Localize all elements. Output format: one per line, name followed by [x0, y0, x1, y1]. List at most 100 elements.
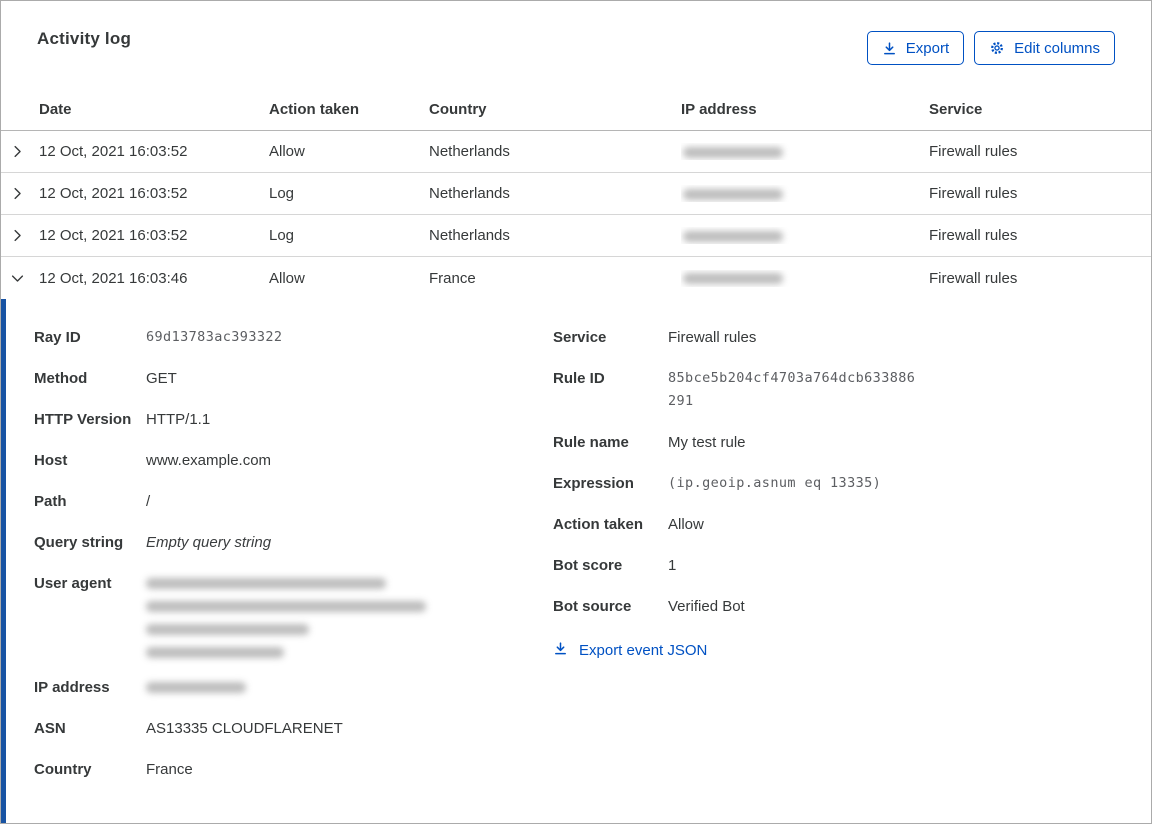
row-country: Netherlands	[429, 143, 510, 160]
detail-entry: Expression (ip.geoip.asnum eq 13335)	[553, 472, 1115, 495]
toolbar: Export Edit columns	[866, 31, 1115, 65]
detail-label: IP address	[34, 679, 110, 696]
export-button[interactable]: Export	[866, 31, 965, 65]
row-service: Firewall rules	[929, 185, 1018, 202]
detail-label: Method	[34, 370, 88, 387]
detail-entry: Bot score 1	[553, 554, 1115, 577]
detail-label: HTTP Version	[34, 411, 132, 428]
detail-label: Path	[34, 493, 67, 510]
table-row[interactable]: 12 Oct, 2021 16:03:52 Log Netherlands Firew…	[1, 173, 1151, 215]
row-action-taken: Log	[269, 185, 295, 202]
detail-value: My test rule	[668, 434, 746, 451]
redacted-ip-value	[683, 230, 783, 242]
row-date: 12 Oct, 2021 16:03:52	[39, 185, 188, 202]
row-service: Firewall rules	[929, 227, 1018, 244]
detail-label: Expression	[553, 475, 634, 492]
export-button-label: Export	[905, 39, 950, 57]
detail-entry: Method GET	[34, 367, 553, 390]
row-country: France	[429, 269, 476, 287]
detail-entry: Path /	[34, 490, 553, 513]
row-service: Firewall rules	[929, 269, 1018, 287]
detail-value: Empty query string	[146, 534, 272, 551]
chevron-right-icon[interactable]	[1, 144, 39, 159]
table-row[interactable]: 12 Oct, 2021 16:03:46 Allow France Firewall…	[1, 257, 1151, 299]
gear-icon	[989, 40, 1005, 56]
detail-column-left: Ray ID 69d13783ac393322 Method GET HTTP Vers…	[34, 326, 553, 823]
topbar: Activity log Export Edit columns	[1, 1, 1151, 65]
detail-entry: Query string Empty query string	[34, 531, 553, 554]
detail-entry: IP address	[34, 676, 553, 699]
detail-entry: Host www.example.com	[34, 449, 553, 472]
detail-label: Query string	[34, 534, 124, 551]
row-action-taken: Allow	[269, 269, 305, 287]
row-country: Netherlands	[429, 185, 510, 202]
detail-value: GET	[146, 370, 177, 387]
table-row[interactable]: 12 Oct, 2021 16:03:52 Log Netherlands Firew…	[1, 215, 1151, 257]
detail-value: www.example.com	[146, 452, 272, 469]
row-ip-address	[681, 270, 929, 287]
chevron-right-icon[interactable]	[1, 186, 39, 201]
detail-label: User agent	[34, 575, 112, 592]
detail-entry: HTTP Version HTTP/1.1	[34, 408, 553, 431]
detail-label: Rule name	[553, 434, 629, 451]
edit-columns-button-label: Edit columns	[1014, 39, 1100, 57]
detail-value: (ip.geoip.asnum eq 13335)	[668, 475, 882, 491]
edit-columns-button[interactable]: Edit columns	[974, 31, 1115, 65]
column-header-ip-address: IP address	[681, 101, 757, 118]
download-icon	[882, 41, 897, 56]
detail-label: Ray ID	[34, 329, 81, 346]
activity-log-panel: Activity log Export Edit columns Date Ac…	[0, 0, 1152, 824]
chevron-down-icon[interactable]	[1, 271, 39, 286]
column-header-action-taken: Action taken	[269, 101, 360, 118]
detail-value: HTTP/1.1	[146, 411, 211, 428]
column-header-service: Service	[929, 101, 983, 118]
event-detail-panel: Ray ID 69d13783ac393322 Method GET HTTP Vers…	[1, 299, 1151, 823]
redacted-line	[146, 578, 386, 589]
row-action-taken: Log	[269, 227, 295, 244]
detail-label: ASN	[34, 720, 66, 737]
row-ip-address	[681, 227, 929, 244]
detail-label: Rule ID	[553, 370, 605, 387]
export-event-json-link[interactable]: Export event JSON	[553, 641, 707, 660]
detail-value: Allow	[668, 516, 704, 533]
table-header: Date Action taken Country IP address Ser…	[1, 89, 1151, 131]
detail-entry: ASN AS13335 CLOUDFLARENET	[34, 717, 553, 740]
detail-entry: Country France	[34, 758, 553, 781]
detail-value: 85bce5b204cf4703a764dcb633886291	[668, 370, 916, 409]
row-date: 12 Oct, 2021 16:03:52	[39, 143, 188, 160]
row-service: Firewall rules	[929, 143, 1018, 160]
row-date: 12 Oct, 2021 16:03:46	[39, 269, 188, 287]
detail-entry: Action taken Allow	[553, 513, 1115, 536]
page-title: Activity log	[37, 29, 132, 48]
export-event-json-label: Export event JSON	[579, 642, 708, 659]
detail-label: Host	[34, 452, 68, 469]
chevron-right-icon[interactable]	[1, 228, 39, 243]
row-action-taken: Allow	[269, 143, 305, 160]
redacted-ip-value	[683, 273, 783, 285]
detail-label: Bot source	[553, 598, 632, 615]
row-country: Netherlands	[429, 227, 510, 244]
detail-entry: Rule name My test rule	[553, 431, 1115, 454]
detail-entry: Rule ID 85bce5b204cf4703a764dcb633886291	[553, 367, 1115, 413]
detail-value: France	[146, 761, 193, 778]
table-row[interactable]: 12 Oct, 2021 16:03:52 Allow Netherlands Fir…	[1, 131, 1151, 173]
download-icon	[553, 641, 568, 660]
redacted-line	[146, 682, 246, 693]
detail-value: 1	[668, 557, 677, 574]
table-body: 12 Oct, 2021 16:03:52 Allow Netherlands Fir…	[1, 131, 1151, 299]
row-ip-address	[681, 185, 929, 202]
detail-value: /	[146, 493, 151, 510]
detail-value	[146, 676, 553, 699]
detail-value	[146, 572, 553, 658]
redacted-ip-value	[683, 188, 783, 200]
redacted-ip-value	[683, 146, 783, 158]
detail-value: 69d13783ac393322	[146, 329, 283, 345]
detail-label: Action taken	[553, 516, 644, 533]
detail-value: AS13335 CLOUDFLARENET	[146, 720, 343, 737]
detail-label: Service	[553, 329, 607, 346]
row-date: 12 Oct, 2021 16:03:52	[39, 227, 188, 244]
detail-label: Country	[34, 761, 92, 778]
redacted-line	[146, 647, 284, 658]
detail-value: Verified Bot	[668, 598, 745, 615]
detail-column-right: Service Firewall rules Rule ID 85bce5b204cf…	[553, 326, 1115, 823]
